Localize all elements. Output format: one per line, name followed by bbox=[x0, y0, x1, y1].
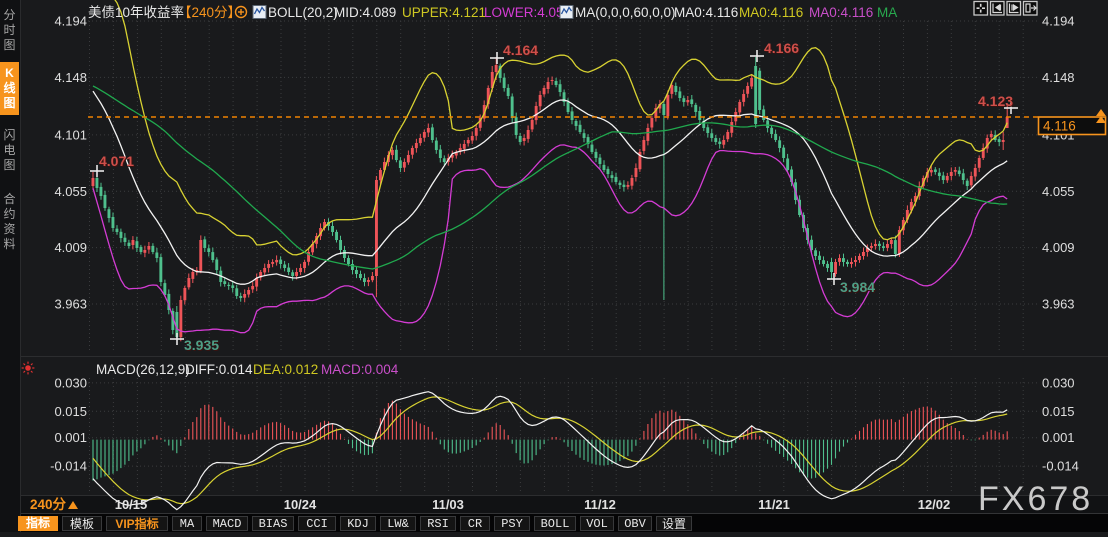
svg-text:FX678: FX678 bbox=[978, 480, 1093, 518]
svg-text:4.071: 4.071 bbox=[99, 153, 134, 169]
svg-text:4.148: 4.148 bbox=[1042, 70, 1075, 85]
svg-text:12/02: 12/02 bbox=[918, 497, 951, 512]
svg-text:0.001: 0.001 bbox=[1042, 430, 1075, 445]
svg-text:4.164: 4.164 bbox=[503, 42, 538, 58]
svg-text:240分: 240分 bbox=[30, 497, 67, 512]
svg-text:MACD:0.004: MACD:0.004 bbox=[321, 362, 399, 377]
svg-text:3.963: 3.963 bbox=[54, 297, 87, 312]
svg-text:MACD(26,12,9): MACD(26,12,9) bbox=[96, 362, 190, 377]
svg-text:11/21: 11/21 bbox=[758, 497, 790, 512]
svg-text:4.194: 4.194 bbox=[54, 14, 87, 29]
svg-text:3.984: 3.984 bbox=[840, 279, 875, 295]
svg-text:11/12: 11/12 bbox=[584, 497, 616, 512]
svg-text:MA0:4.116: MA0:4.116 bbox=[809, 5, 873, 20]
svg-text:美债10年收益率: 美债10年收益率 bbox=[88, 4, 184, 20]
svg-text:MA: MA bbox=[877, 5, 897, 20]
svg-text:4.116: 4.116 bbox=[1043, 119, 1076, 134]
svg-text:4.055: 4.055 bbox=[54, 184, 87, 199]
svg-text:DEA:0.012: DEA:0.012 bbox=[253, 362, 318, 377]
svg-text:-0.014: -0.014 bbox=[50, 459, 87, 474]
svg-text:4.055: 4.055 bbox=[1042, 184, 1075, 199]
svg-text:MA0:4.116: MA0:4.116 bbox=[674, 5, 738, 20]
svg-text:3.963: 3.963 bbox=[1042, 297, 1075, 312]
svg-text:BOLL(20,2): BOLL(20,2) bbox=[268, 5, 338, 20]
svg-text:0.001: 0.001 bbox=[54, 430, 87, 445]
svg-text:MA(0,0,0,60,0,0): MA(0,0,0,60,0,0) bbox=[575, 5, 676, 20]
svg-text:0.015: 0.015 bbox=[54, 404, 87, 419]
svg-text:4.194: 4.194 bbox=[1042, 14, 1075, 29]
svg-text:4.123: 4.123 bbox=[978, 93, 1013, 109]
svg-text:-0.014: -0.014 bbox=[1042, 459, 1079, 474]
svg-text:4.101: 4.101 bbox=[54, 127, 87, 142]
svg-text:【240分】: 【240分】 bbox=[178, 5, 241, 20]
svg-text:LOWER:4.057: LOWER:4.057 bbox=[484, 5, 571, 20]
svg-text:4.166: 4.166 bbox=[764, 40, 799, 56]
svg-text:10/24: 10/24 bbox=[284, 497, 317, 512]
svg-text:MID:4.089: MID:4.089 bbox=[334, 5, 396, 20]
svg-text:MA0:4.116: MA0:4.116 bbox=[739, 5, 803, 20]
svg-text:0.030: 0.030 bbox=[1042, 375, 1075, 390]
svg-text:0.015: 0.015 bbox=[1042, 404, 1075, 419]
svg-text:DIFF:0.014: DIFF:0.014 bbox=[185, 362, 253, 377]
svg-text:0.030: 0.030 bbox=[54, 375, 87, 390]
svg-text:4.009: 4.009 bbox=[1042, 240, 1075, 255]
svg-text:3.935: 3.935 bbox=[184, 337, 219, 353]
svg-text:10/15: 10/15 bbox=[115, 497, 148, 512]
svg-text:4.148: 4.148 bbox=[54, 70, 87, 85]
svg-text:UPPER:4.121: UPPER:4.121 bbox=[402, 5, 486, 20]
svg-text:4.009: 4.009 bbox=[54, 240, 87, 255]
svg-text:11/03: 11/03 bbox=[432, 497, 464, 512]
